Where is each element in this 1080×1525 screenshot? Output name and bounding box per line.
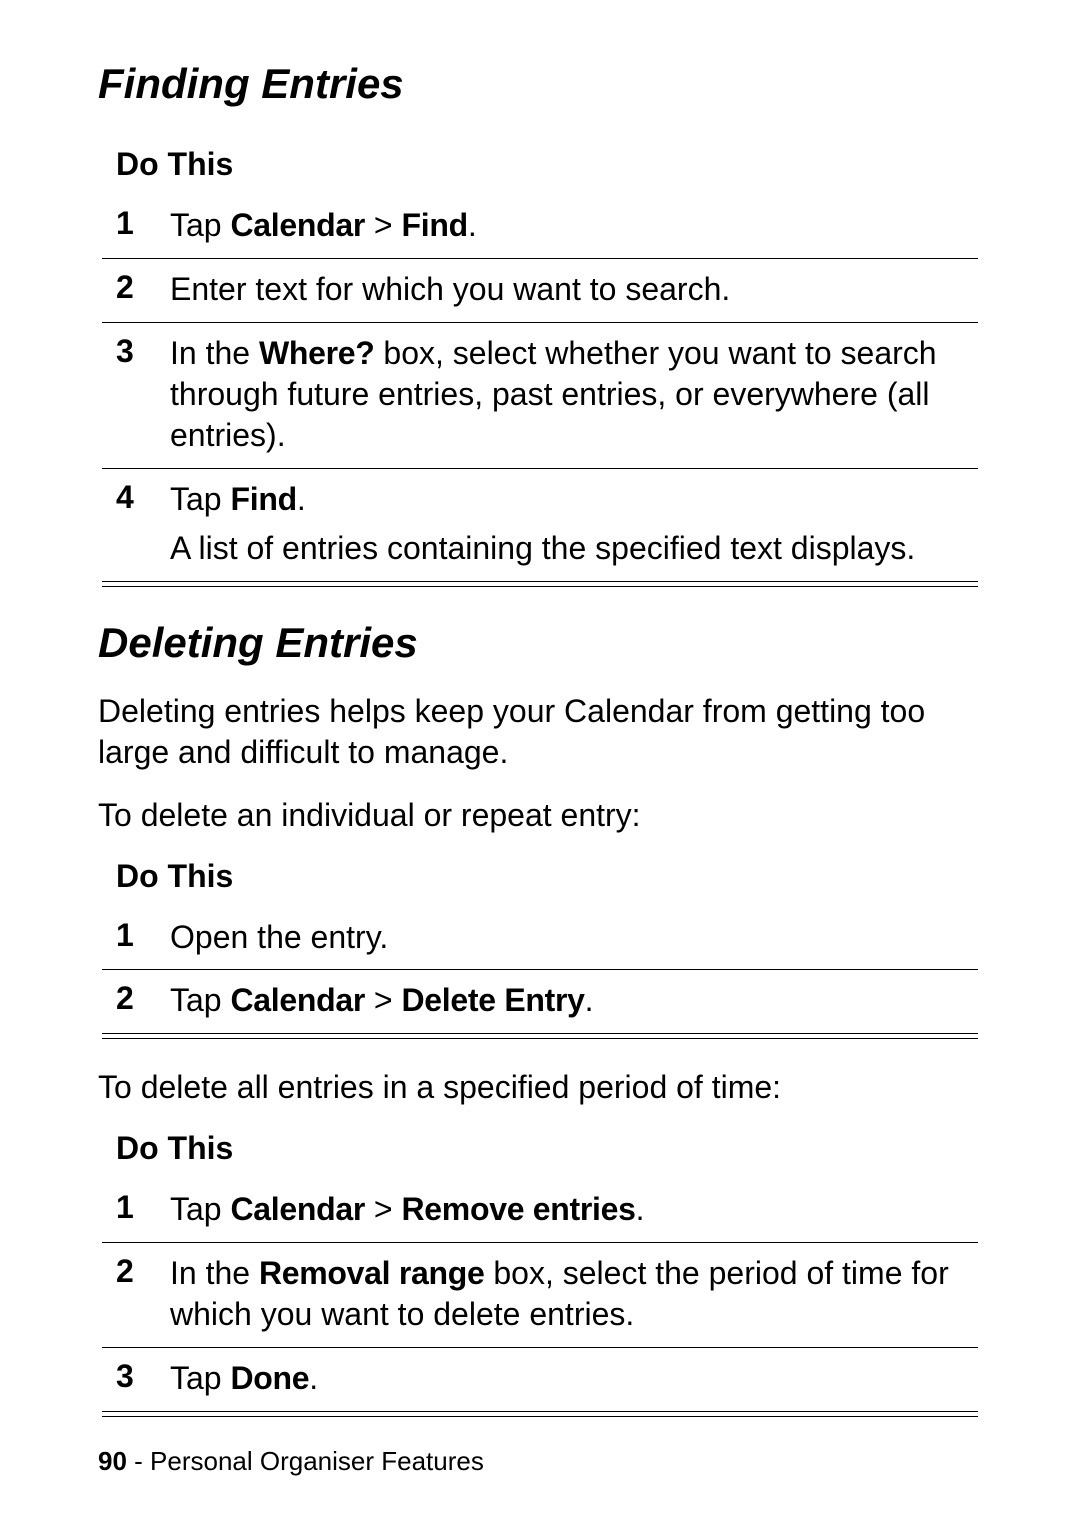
step-text: A list of entries containing the specifi…	[170, 528, 978, 569]
step-body: Tap Done.	[170, 1358, 978, 1399]
step-number: 2	[102, 1253, 170, 1290]
step-number: 4	[102, 479, 170, 516]
step-number: 1	[102, 205, 170, 242]
step-text: Tap Calendar > Delete Entry.	[170, 980, 978, 1021]
step-text: Enter text for which you want to search.	[170, 269, 978, 310]
text-run: Tap	[170, 1191, 230, 1227]
ui-term: Delete Entry	[402, 982, 585, 1018]
do-this-header-3: Do This	[116, 1130, 978, 1167]
text-run: In the	[170, 335, 259, 371]
step-row: 1 Tap Calendar > Remove entries.	[102, 1179, 978, 1243]
ui-term: Calendar	[230, 1191, 365, 1227]
ui-term: Where?	[259, 335, 375, 371]
do-this-header-1: Do This	[116, 146, 978, 183]
text-run: Tap	[170, 481, 230, 517]
text-run: In the	[170, 1255, 259, 1291]
table-end-rule	[102, 1411, 978, 1417]
deleting-para-individual: To delete an individual or repeat entry:	[98, 795, 978, 836]
text-run: .	[468, 207, 477, 243]
text-run: A list of entries containing the specifi…	[170, 530, 915, 566]
page-footer: 90 - Personal Organiser Features	[98, 1446, 484, 1477]
ui-term: Calendar	[230, 982, 365, 1018]
step-body: In the Where? box, select whether you wa…	[170, 333, 978, 456]
step-row: 2 Tap Calendar > Delete Entry.	[102, 970, 978, 1033]
step-row: 1 Open the entry.	[102, 907, 978, 971]
text-run: Tap	[170, 1360, 230, 1396]
text-run: >	[365, 207, 401, 243]
step-text: Tap Calendar > Find.	[170, 205, 978, 246]
text-run: >	[365, 982, 401, 1018]
text-run: .	[309, 1360, 318, 1396]
footer-section: Personal Organiser Features	[150, 1446, 484, 1476]
text-run: .	[585, 982, 594, 1018]
ui-term: Remove entries	[402, 1191, 636, 1227]
step-body: Open the entry.	[170, 917, 978, 958]
step-row: 1 Tap Calendar > Find.	[102, 195, 978, 259]
manual-page: Finding Entries Do This 1 Tap Calendar >…	[0, 0, 1080, 1525]
step-number: 3	[102, 333, 170, 370]
text-run: Tap	[170, 207, 230, 243]
step-body: In the Removal range box, select the per…	[170, 1253, 978, 1335]
step-row: 2 In the Removal range box, select the p…	[102, 1243, 978, 1348]
step-number: 1	[102, 1189, 170, 1226]
step-body: Enter text for which you want to search.	[170, 269, 978, 310]
step-body: Tap Calendar > Remove entries.	[170, 1189, 978, 1230]
step-text: Open the entry.	[170, 917, 978, 958]
step-row: 2 Enter text for which you want to searc…	[102, 259, 978, 323]
step-text: In the Where? box, select whether you wa…	[170, 333, 978, 456]
text-run: Enter text for which you want to search.	[170, 271, 730, 307]
step-number: 1	[102, 917, 170, 954]
text-run: .	[297, 481, 306, 517]
step-text: Tap Calendar > Remove entries.	[170, 1189, 978, 1230]
footer-sep: -	[127, 1446, 150, 1476]
ui-term: Find	[402, 207, 468, 243]
do-this-header-2: Do This	[116, 858, 978, 895]
text-run: Tap	[170, 982, 230, 1018]
step-row: 3 In the Where? box, select whether you …	[102, 323, 978, 469]
step-number: 3	[102, 1358, 170, 1395]
step-row: 3 Tap Done.	[102, 1348, 978, 1411]
finding-steps-table: 1 Tap Calendar > Find. 2 Enter text for …	[98, 195, 978, 587]
step-body: Tap Find. A list of entries containing t…	[170, 479, 978, 569]
ui-term: Done	[230, 1360, 309, 1396]
table-end-rule	[102, 581, 978, 587]
step-text: Tap Find.	[170, 479, 978, 520]
text-run: Open the entry.	[170, 919, 388, 955]
ui-term: Removal range	[259, 1255, 485, 1291]
deleting-intro: Deleting entries helps keep your Calenda…	[98, 691, 978, 773]
table-end-rule	[102, 1033, 978, 1039]
heading-finding-entries: Finding Entries	[98, 60, 978, 108]
text-run: >	[365, 1191, 401, 1227]
heading-deleting-entries: Deleting Entries	[98, 619, 978, 667]
step-number: 2	[102, 980, 170, 1017]
step-text: Tap Done.	[170, 1358, 978, 1399]
step-body: Tap Calendar > Delete Entry.	[170, 980, 978, 1021]
page-number: 90	[98, 1446, 127, 1476]
text-run: .	[636, 1191, 645, 1227]
step-text: In the Removal range box, select the per…	[170, 1253, 978, 1335]
deleting-steps-table-1: 1 Open the entry. 2 Tap Calendar > Delet…	[98, 907, 978, 1040]
step-body: Tap Calendar > Find.	[170, 205, 978, 246]
deleting-steps-table-2: 1 Tap Calendar > Remove entries. 2 In th…	[98, 1179, 978, 1417]
ui-term: Calendar	[230, 207, 365, 243]
ui-term: Find	[230, 481, 296, 517]
deleting-para-period: To delete all entries in a specified per…	[98, 1067, 978, 1108]
step-number: 2	[102, 269, 170, 306]
step-row: 4 Tap Find. A list of entries containing…	[102, 469, 978, 581]
